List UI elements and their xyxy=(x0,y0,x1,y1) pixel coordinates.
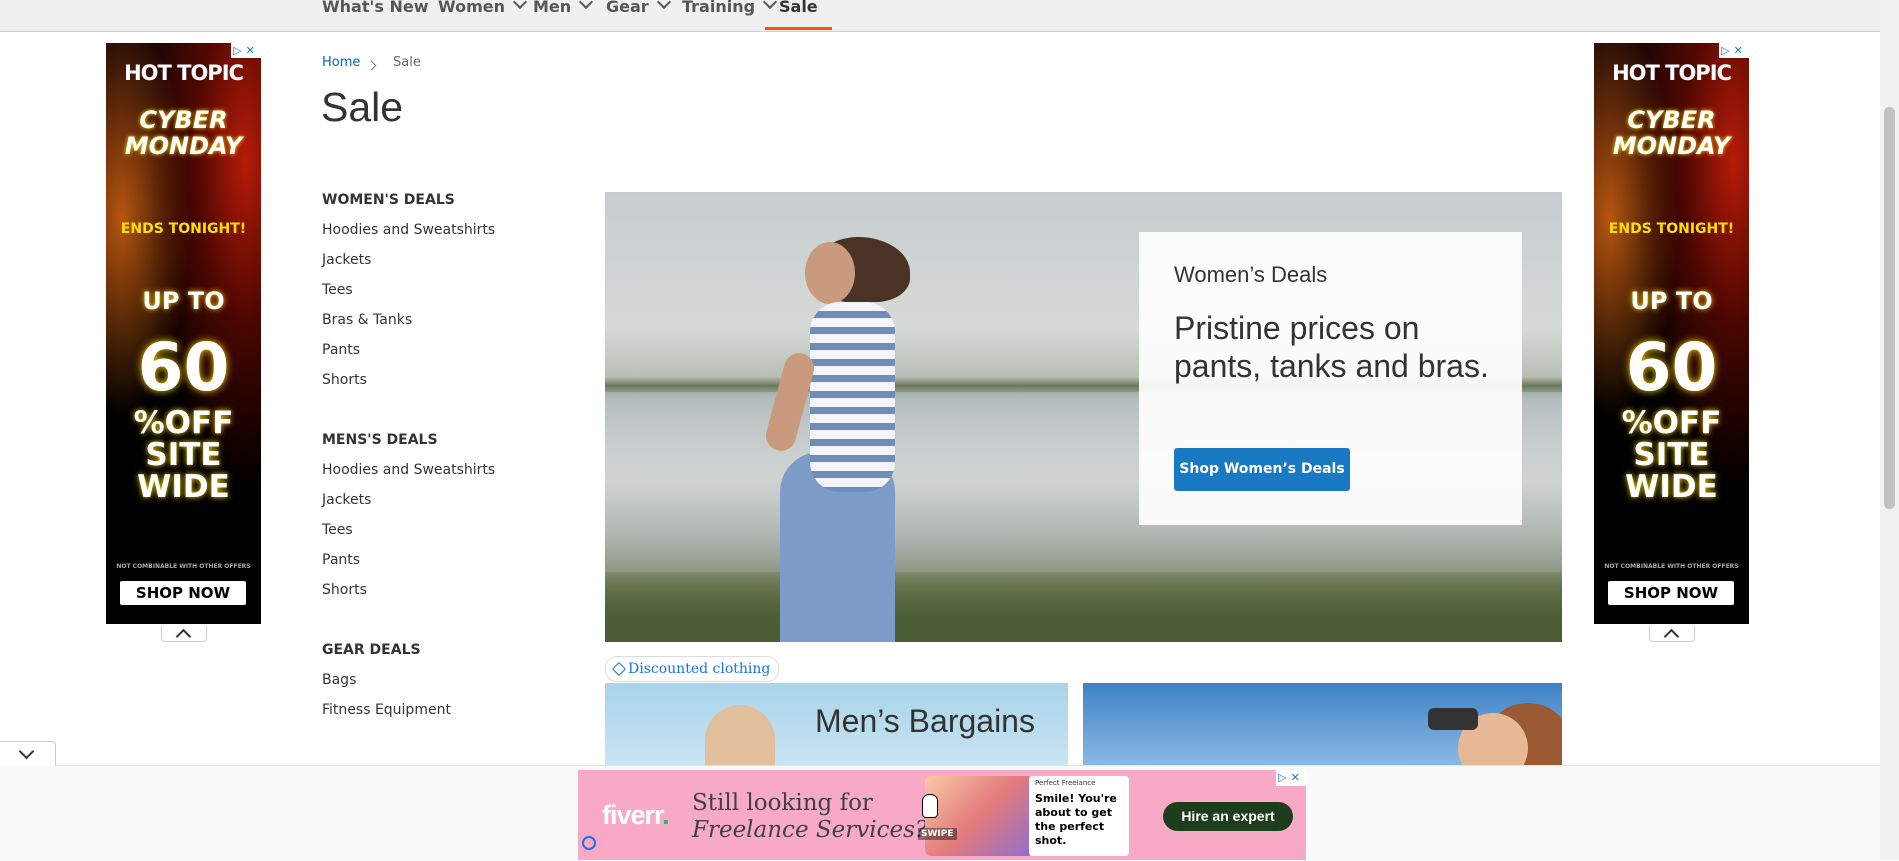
hero-content-card: Women’s Deals Pristine prices on pants, … xyxy=(1139,232,1522,525)
nav-item-women[interactable]: Women xyxy=(438,0,528,30)
nav-label: Gear xyxy=(606,0,649,16)
nav-label: Women xyxy=(438,0,505,16)
left-side-ad[interactable]: HOT TOPIC CYBER MONDAY ENDS TONIGHT! UP … xyxy=(106,43,261,624)
nav-item-sale[interactable]: Sale xyxy=(765,0,832,30)
breadcrumb-current: Sale xyxy=(393,55,421,70)
ad-upto: UP TO xyxy=(1630,287,1713,315)
category-heading-mens: MENS'S DEALS xyxy=(322,432,438,448)
bottom-banner-ad[interactable]: fiverr. Still looking for Freelance Serv… xyxy=(578,770,1306,860)
runner-image xyxy=(810,302,895,492)
tag-icon xyxy=(611,661,627,677)
hero-subtitle: Women’s Deals xyxy=(1174,262,1328,287)
mens-bargains-title: Men’s Bargains xyxy=(815,703,1035,739)
hero-grass-image xyxy=(605,572,1562,642)
nav-item-training[interactable]: Training xyxy=(682,0,778,30)
ad-brand: HOT TOPIC xyxy=(124,61,244,85)
shop-womens-deals-button[interactable]: Shop Women’s Deals xyxy=(1174,448,1350,491)
ad-headline: Still looking for Freelance Services? xyxy=(692,790,927,844)
ad-subline: ENDS TONIGHT! xyxy=(1608,221,1735,237)
right-ad-collapse-button[interactable] xyxy=(1649,625,1695,642)
gear-deals-tile[interactable] xyxy=(1083,683,1562,765)
top-navigation: What's New Women Men Gear Training Sale xyxy=(0,0,1880,32)
binoculars-image xyxy=(1428,708,1478,730)
discounted-clothing-tag[interactable]: Discounted clothing xyxy=(605,656,780,682)
ad-close-icon[interactable]: ▷✕ xyxy=(1276,770,1306,786)
ad-thumbnail-image xyxy=(925,776,1033,856)
ad-close-icon[interactable]: ▷✕ xyxy=(1719,43,1749,58)
nav-label: What's New xyxy=(322,0,429,16)
man-stretching-image xyxy=(705,705,775,765)
category-heading-womens: WOMEN'S DEALS xyxy=(322,192,455,208)
bottom-ad-collapse-button[interactable] xyxy=(0,741,56,766)
scrollbar-thumb[interactable] xyxy=(1884,107,1895,509)
ad-close-icon[interactable]: ▷✕ xyxy=(231,43,261,58)
category-link[interactable]: Hoodies and Sweatshirts xyxy=(322,462,495,478)
category-link[interactable]: Pants xyxy=(322,552,360,568)
nav-label: Men xyxy=(533,0,572,16)
category-link[interactable]: Tees xyxy=(322,282,353,298)
page-scrollbar[interactable] xyxy=(1880,0,1899,860)
ad-shop-now-button[interactable]: SHOP NOW xyxy=(1608,581,1734,605)
category-heading-gear: GEAR DEALS xyxy=(322,642,421,658)
category-link[interactable]: Jackets xyxy=(322,492,371,508)
nav-item-men[interactable]: Men xyxy=(533,0,594,30)
ad-offer: %OFF SITE WIDE xyxy=(133,405,234,505)
ad-percent: 60 xyxy=(1625,329,1718,406)
nav-item-whats-new[interactable]: What's New xyxy=(322,0,429,30)
ad-headline-line-2: Freelance Services? xyxy=(692,817,928,843)
ad-brand: HOT TOPIC xyxy=(1612,61,1732,85)
ad-swipe-label: SWIPE xyxy=(918,828,957,840)
category-link[interactable]: Tees xyxy=(322,522,353,538)
ad-fineprint: NOT COMBINABLE WITH OTHER OFFERS xyxy=(1604,563,1739,570)
tag-label: Discounted clothing xyxy=(628,661,771,677)
breadcrumb-separator-icon xyxy=(366,60,377,71)
nav-item-gear[interactable]: Gear xyxy=(606,0,671,30)
category-link[interactable]: Fitness Equipment xyxy=(322,702,451,718)
ad-offer: %OFF SITE WIDE xyxy=(1621,405,1722,505)
breadcrumb-home-link[interactable]: Home xyxy=(322,55,360,70)
ad-subline: ENDS TONIGHT! xyxy=(120,221,247,237)
left-ad-collapse-button[interactable] xyxy=(161,625,207,642)
ad-headline: CYBER MONDAY xyxy=(124,106,243,160)
ad-upto: UP TO xyxy=(142,287,225,315)
category-link[interactable]: Hoodies and Sweatshirts xyxy=(322,222,495,238)
chevron-down-icon xyxy=(512,0,528,10)
category-link[interactable]: Shorts xyxy=(322,582,367,598)
ad-shop-now-button[interactable]: SHOP NOW xyxy=(120,581,246,605)
nav-label: Training xyxy=(682,0,756,16)
page-title: Sale xyxy=(321,84,404,130)
ad-headline-line-1: Still looking for xyxy=(692,790,873,816)
category-link[interactable]: Shorts xyxy=(322,372,367,388)
chevron-down-icon xyxy=(579,0,594,10)
category-link[interactable]: Pants xyxy=(322,342,360,358)
hire-an-expert-button[interactable]: Hire an expert xyxy=(1163,802,1293,831)
nav-label: Sale xyxy=(779,0,818,16)
runner-image xyxy=(805,242,855,304)
category-link[interactable]: Jackets xyxy=(322,252,371,268)
ad-settings-icon[interactable] xyxy=(582,836,596,850)
ad-percent: 60 xyxy=(137,329,230,406)
right-side-ad[interactable]: HOT TOPIC CYBER MONDAY ENDS TONIGHT! UP … xyxy=(1594,43,1749,624)
ad-card-text: Smile! You're about to get the perfect s… xyxy=(1035,792,1117,847)
fiverr-logo: fiverr. xyxy=(602,800,670,830)
ad-headline: CYBER MONDAY xyxy=(1612,106,1731,160)
mens-bargains-tile[interactable]: Men’s Bargains xyxy=(605,683,1068,765)
ad-card: Perfect Freelance Smile! You're about to… xyxy=(1029,776,1129,856)
category-link[interactable]: Bras & Tanks xyxy=(322,312,412,328)
chevron-down-icon xyxy=(656,0,671,10)
mouse-pointer-icon xyxy=(922,794,938,818)
ad-fineprint: NOT COMBINABLE WITH OTHER OFFERS xyxy=(116,563,251,570)
hero-headline: Pristine prices on pants, tanks and bras… xyxy=(1174,310,1489,384)
hero-banner[interactable]: Women’s Deals Pristine prices on pants, … xyxy=(605,192,1562,642)
chevron-down-icon xyxy=(762,0,778,10)
ad-card-caption: Perfect Freelance xyxy=(1035,779,1096,787)
category-link[interactable]: Bags xyxy=(322,672,356,688)
